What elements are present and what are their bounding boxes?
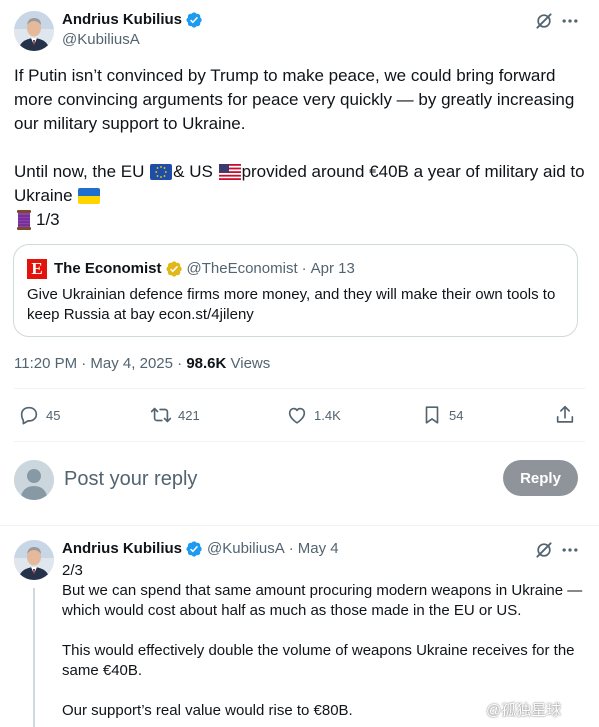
spool-of-thread-icon	[17, 210, 31, 230]
quoted-tweet-header: E The Economist @TheEconomist · Apr 13	[27, 259, 355, 279]
tweet-text-segment: Until now, the EU	[14, 162, 145, 181]
like-action-button[interactable]: 1.4K	[286, 404, 341, 426]
verified-badge-icon	[186, 541, 202, 557]
views-count: 98.6K	[186, 355, 227, 372]
reply-action-button[interactable]: 45	[18, 404, 60, 426]
bookmark-action-button[interactable]: 54	[421, 404, 463, 426]
author-display-name[interactable]: Andrius Kubilius	[62, 10, 182, 30]
ellipsis-icon	[562, 19, 578, 23]
tweet-metadata: 11:20 PM · May 4, 2025 · 98.6K Views	[14, 354, 270, 374]
quoted-tweet-date[interactable]: Apr 13	[311, 259, 355, 279]
author-name-line: Andrius Kubilius @KubiliusA · May 4	[62, 539, 339, 559]
more-options-icon[interactable]	[558, 9, 582, 33]
repost-count: 421	[178, 407, 200, 423]
separator-dot: ·	[288, 540, 294, 557]
current-user-avatar[interactable]	[14, 460, 54, 500]
tweet-text-paragraph-1: If Putin isn’t convinced by Trump to mak…	[14, 66, 575, 133]
grok-icon[interactable]	[532, 9, 556, 33]
tweet-date[interactable]: May 4	[298, 539, 339, 559]
more-options-icon[interactable]	[558, 538, 582, 562]
author-display-name[interactable]: Andrius Kubilius	[62, 539, 182, 559]
us-flag-icon	[218, 164, 241, 180]
tweet-text-paragraph-1: But we can spend that same amount procur…	[62, 582, 583, 619]
thread-counter: 1/3	[36, 210, 60, 229]
tweet-text-paragraph-2: This would effectively double the volume…	[62, 642, 575, 679]
verified-business-badge-icon	[165, 261, 182, 277]
quoted-tweet-text: Give Ukrainian defence firms more money,…	[27, 286, 556, 323]
verified-badge-icon	[186, 12, 202, 28]
avatar[interactable]	[14, 11, 54, 51]
reply-submit-button[interactable]: Reply	[503, 460, 578, 496]
tweet-timestamp[interactable]: 11:20 PM · May 4, 2025 ·	[14, 355, 186, 372]
quoted-tweet-card[interactable]: E The Economist @TheEconomist · Apr 13 G…	[13, 244, 578, 337]
thread-counter-line: 1/3	[14, 208, 60, 232]
watermark-text: @孤独星球	[486, 702, 562, 719]
author-name-line: Andrius Kubilius	[62, 10, 203, 30]
divider	[14, 388, 585, 389]
avatar[interactable]	[14, 540, 54, 580]
tweet-text-segment: & US	[173, 162, 213, 181]
tweet-text-paragraph-2: Until now, the EU & US provided around €…	[14, 160, 586, 208]
separator-dot: ·	[301, 260, 307, 277]
heart-icon	[288, 407, 306, 424]
bookmark-icon	[425, 406, 439, 424]
default-avatar-icon	[14, 460, 54, 500]
ukraine-flag-icon	[78, 188, 101, 204]
author-handle[interactable]: @KubiliusA	[207, 539, 285, 559]
grok-glyph-icon	[536, 13, 552, 29]
author-photo	[14, 11, 54, 51]
thread-connector-line	[33, 588, 35, 727]
grok-icon[interactable]	[532, 538, 556, 562]
watermark: @孤独星球	[486, 699, 561, 720]
reply-count: 45	[46, 407, 61, 423]
thread-counter: 2/3	[62, 562, 83, 579]
repost-icon	[150, 407, 172, 423]
quoted-author-handle[interactable]: @TheEconomist	[187, 259, 298, 279]
quoted-author-name[interactable]: The Economist	[54, 259, 162, 279]
economist-logo-icon: E	[27, 259, 47, 279]
comment-icon	[20, 406, 38, 425]
like-count: 1.4K	[314, 407, 341, 423]
author-handle[interactable]: @KubiliusA	[62, 31, 140, 48]
bookmark-count: 54	[449, 407, 464, 423]
share-action-button[interactable]	[554, 404, 576, 426]
divider	[14, 441, 585, 442]
ellipsis-icon	[562, 548, 578, 552]
grok-glyph-icon	[536, 542, 552, 558]
views-label: Views	[226, 355, 271, 372]
section-divider	[0, 525, 599, 526]
reply-input[interactable]: Post your reply	[64, 466, 197, 492]
author-photo	[14, 540, 54, 580]
eu-flag-icon	[150, 164, 173, 180]
repost-action-button[interactable]: 421	[150, 404, 200, 426]
share-icon	[556, 405, 574, 423]
